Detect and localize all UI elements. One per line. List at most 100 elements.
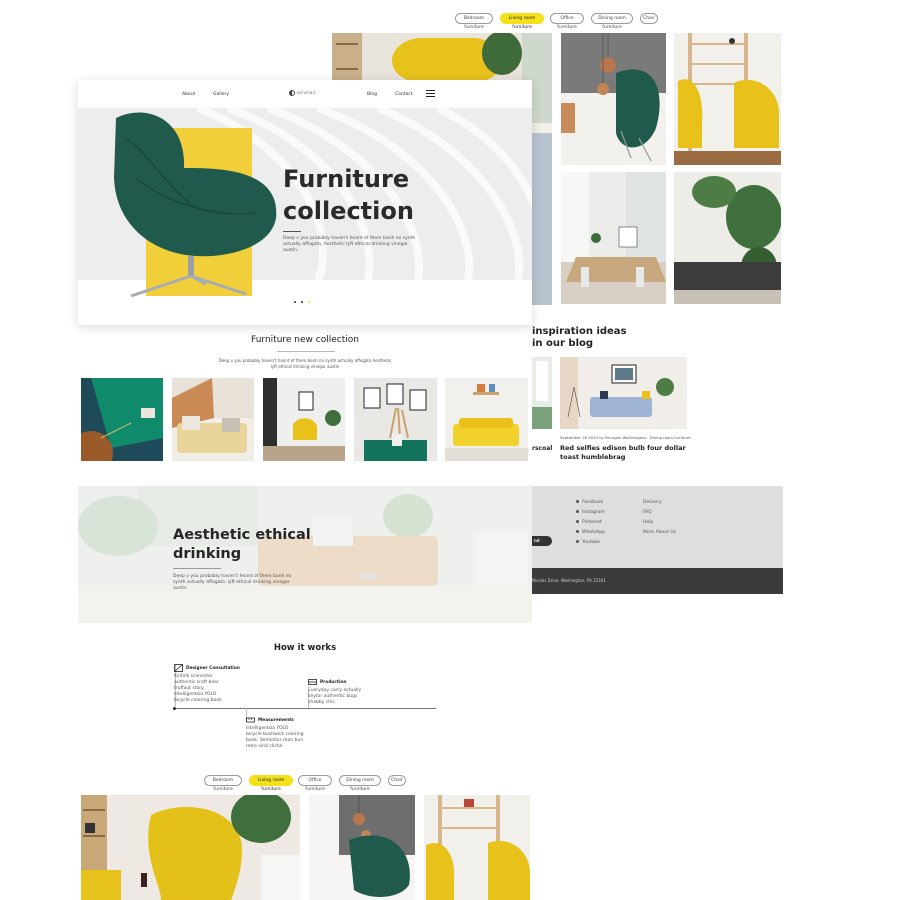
logo-text: DEVENO bbox=[297, 90, 317, 95]
hero-title-line1: Furniture bbox=[283, 165, 410, 193]
gallery-photo-yellow-chairs[interactable] bbox=[674, 33, 781, 165]
bottom-photo-yellow-chairs-image bbox=[424, 795, 530, 900]
nav-about[interactable]: About bbox=[182, 92, 195, 98]
filter-office[interactable]: Office furniture bbox=[550, 13, 584, 30]
footer: nd Facebook Instagram Pinterest WhatsApp… bbox=[532, 486, 783, 568]
collection-photo-2[interactable] bbox=[172, 378, 254, 461]
collection-photo-4[interactable] bbox=[354, 378, 437, 461]
collection-photo-5[interactable] bbox=[445, 378, 528, 461]
gallery-photo-monstera[interactable] bbox=[674, 172, 781, 304]
new-collection-text: Deep v you probably haven't heard of the… bbox=[218, 358, 392, 369]
footer-social-pinterest[interactable]: Pinterest bbox=[576, 520, 605, 526]
filter-bottom-chair[interactable]: Chair bbox=[388, 775, 406, 786]
design-icon bbox=[174, 664, 183, 672]
whatsapp-icon bbox=[576, 530, 579, 533]
blog-prev-photo[interactable] bbox=[532, 357, 552, 429]
how-title: How it works bbox=[273, 643, 337, 653]
slider-dot-3[interactable] bbox=[308, 301, 310, 303]
site-logo[interactable]: DEVENO bbox=[289, 90, 316, 96]
bottom-photo-yellow-chair-shelf[interactable] bbox=[81, 795, 300, 900]
filter-living-room[interactable]: Living room furniture bbox=[500, 13, 544, 30]
collection-photo-2-image bbox=[172, 378, 254, 461]
footer-social-youtube-label: Youtube bbox=[582, 540, 600, 545]
slider-dot-2[interactable] bbox=[301, 301, 303, 303]
hero-divider bbox=[283, 231, 301, 232]
menu-icon[interactable] bbox=[426, 88, 435, 99]
instagram-icon bbox=[576, 510, 579, 513]
aesthetic-banner: Aesthetic ethical drinking Deep v you pr… bbox=[78, 486, 532, 623]
collection-photo-3-image bbox=[263, 378, 345, 461]
main-page: About Gallery DEVENO Blog Contact Furnit… bbox=[78, 80, 532, 325]
footer-social-whatsapp-label: WhatsApp bbox=[582, 530, 605, 535]
footer-send-label: nd bbox=[534, 538, 540, 543]
footer-link-about[interactable]: More About Us bbox=[643, 530, 676, 536]
footer-link-faq[interactable]: FAQ bbox=[643, 510, 676, 516]
bottom-photo-green-chair[interactable] bbox=[309, 795, 415, 900]
footer-social-pinterest-label: Pinterest bbox=[582, 520, 602, 525]
collection-photo-1[interactable] bbox=[81, 378, 163, 461]
how-step-1-title: Designer Consultation bbox=[186, 665, 240, 671]
how-step-2: Production Everyday carry actually keyta… bbox=[308, 678, 370, 706]
aesthetic-divider bbox=[173, 568, 221, 569]
filter-bottom-bedroom[interactable]: Bedroom furniture bbox=[204, 775, 242, 792]
facebook-icon bbox=[576, 500, 579, 503]
aesthetic-text: Deep v you probably haven't heard of the… bbox=[173, 574, 292, 591]
gallery-photo-monstera-image bbox=[674, 172, 781, 304]
blog-heading-line1: inspiration ideas bbox=[532, 326, 627, 337]
gallery-photo-green-chair[interactable] bbox=[561, 33, 666, 165]
footer-social-instagram[interactable]: Instagram bbox=[576, 510, 605, 516]
filter-bottom-living-room[interactable]: Living room furniture bbox=[249, 775, 293, 792]
production-icon bbox=[308, 679, 317, 685]
bottom-photo-yellow-chairs[interactable] bbox=[424, 795, 530, 900]
filter-bottom-dining-room[interactable]: Dining room furniture bbox=[339, 775, 381, 792]
gallery-photo-yellow-chairs-image bbox=[674, 33, 781, 165]
gallery-photo-dining-table[interactable] bbox=[561, 172, 666, 304]
footer-link-help[interactable]: Help bbox=[643, 520, 676, 526]
how-step-2-title: Production bbox=[320, 679, 347, 685]
collection-photo-1-image bbox=[81, 378, 163, 461]
nav-contact[interactable]: Contact bbox=[395, 92, 413, 98]
logo-icon bbox=[289, 90, 295, 96]
gallery-photo-dining-table-image bbox=[561, 172, 666, 304]
filter-bedroom[interactable]: Bedroom furniture bbox=[455, 13, 493, 30]
footer-social-whatsapp[interactable]: WhatsApp bbox=[576, 530, 605, 536]
footer-send-button[interactable]: nd bbox=[532, 536, 552, 546]
nav-gallery[interactable]: Gallery bbox=[213, 92, 229, 98]
filter-bottom-office[interactable]: Office furniture bbox=[298, 775, 332, 792]
footer-link-delivery[interactable]: Delivery bbox=[643, 500, 676, 506]
filter-chair[interactable]: Chair bbox=[640, 13, 658, 24]
footer-address: Nicolas Drive, Washington, PA 15301 bbox=[532, 578, 606, 583]
blog-prev-title[interactable]: rscoal bbox=[532, 445, 552, 452]
footer-social-list: Facebook Instagram Pinterest WhatsApp Yo… bbox=[576, 500, 605, 546]
blog-card-photo-image bbox=[560, 357, 687, 429]
how-timeline bbox=[174, 708, 436, 709]
hero-slider-dots bbox=[294, 301, 310, 303]
how-step-3-title: Measurements bbox=[258, 717, 294, 723]
bottom-photo-green-chair-image bbox=[309, 795, 415, 900]
footer-social-youtube[interactable]: Youtube bbox=[576, 540, 605, 546]
footer-social-facebook[interactable]: Facebook bbox=[576, 500, 605, 506]
hero-text: Deep v you probably haven't heard of the… bbox=[283, 236, 416, 253]
filter-dining-room[interactable]: Dining room furniture bbox=[591, 13, 633, 30]
blog-card-photo[interactable] bbox=[560, 357, 687, 429]
aesthetic-title-line2: drinking bbox=[173, 546, 242, 562]
how-step-1: Designer Consultation Kinfolk scenester … bbox=[174, 664, 242, 704]
how-step-3-text: Intelligentsia YOLO bicycle bushwick col… bbox=[246, 726, 304, 749]
nav-blog[interactable]: Blog bbox=[367, 92, 377, 98]
footer-social-facebook-label: Facebook bbox=[582, 500, 604, 505]
slider-dot-1[interactable] bbox=[294, 301, 296, 303]
bottom-photo-yellow-chair-shelf-image bbox=[81, 795, 300, 900]
blog-card-title[interactable]: Red selfies edison bulb four dollar toas… bbox=[560, 444, 690, 462]
aesthetic-title: Aesthetic ethical drinking bbox=[173, 526, 311, 564]
hero-title-line2: collection bbox=[283, 197, 414, 225]
collection-photo-3[interactable] bbox=[263, 378, 345, 461]
footer-links: Delivery FAQ Help More About Us bbox=[643, 500, 676, 536]
new-collection-title: Furniture new collection bbox=[251, 335, 359, 345]
collection-photo-5-image bbox=[445, 378, 528, 461]
gallery-photo-green-chair-image bbox=[561, 33, 666, 165]
how-step-2-text: Everyday carry actually keytar authentic… bbox=[308, 688, 362, 705]
footer-social-instagram-label: Instagram bbox=[582, 510, 605, 515]
collection-photo-4-image bbox=[354, 378, 437, 461]
blog-heading-line2: in our blog bbox=[532, 338, 594, 349]
blog-card-meta: September 26 2020 by Penugan Worthington… bbox=[560, 435, 691, 440]
